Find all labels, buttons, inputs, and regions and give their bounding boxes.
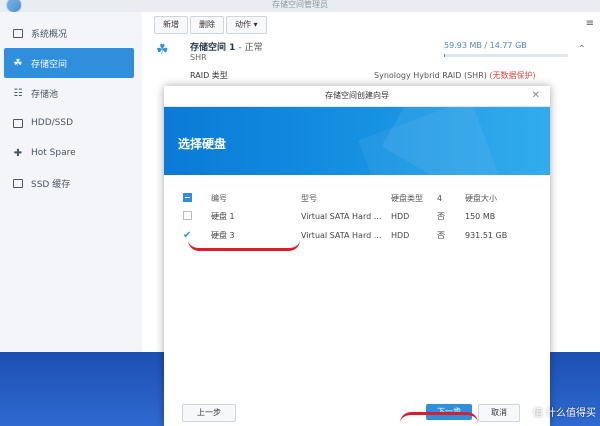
sidebar-item-hdd-ssd[interactable]: HDD/SSD bbox=[4, 108, 134, 138]
storage-icon: ☘ bbox=[13, 57, 23, 69]
disk-table: 编号 型号 硬盘类型 4 硬盘大小 硬盘 1 Virtual SATA Hard… bbox=[182, 190, 534, 245]
sidebar-item-ssd-cache[interactable]: SSD 缓存 bbox=[4, 168, 134, 198]
sidebar-item-label: 存储空间 bbox=[31, 59, 68, 70]
column-header-id: 编号 bbox=[211, 194, 227, 203]
window-title: 存储空间管理员 bbox=[272, 0, 328, 9]
sidebar-item-overview[interactable]: 系统概况 bbox=[4, 18, 134, 48]
overview-icon bbox=[12, 27, 24, 39]
column-header-flag: 4 bbox=[437, 194, 443, 203]
storage-type: SHR bbox=[190, 53, 207, 62]
table-header-row: 编号 型号 硬盘类型 4 硬盘大小 bbox=[182, 190, 534, 207]
disk-model: Virtual SATA Hard ... bbox=[301, 231, 382, 240]
storage-volume-icon: ☘ bbox=[156, 42, 169, 58]
sidebar-item-pool[interactable]: ☷ 存储池 bbox=[4, 78, 134, 108]
disk-type: HDD bbox=[391, 231, 410, 240]
disk-size: 150 MB bbox=[465, 212, 496, 221]
sidebar-item-hot-spare[interactable]: ✚ Hot Spare bbox=[4, 138, 134, 168]
table-row[interactable]: 硬盘 1 Virtual SATA Hard ... HDD 否 150 MB bbox=[182, 207, 534, 226]
previous-button[interactable]: 上一步 bbox=[182, 404, 236, 422]
sidebar-item-label: Hot Spare bbox=[31, 148, 76, 158]
disk-size: 931.51 GB bbox=[465, 231, 508, 240]
raid-type-value: Synology Hybrid RAID (SHR) (无数据保护) bbox=[374, 71, 536, 80]
wizard-step-title: 选择硬盘 bbox=[178, 137, 227, 151]
cancel-button[interactable]: 取消 bbox=[478, 404, 520, 422]
raid-type-label: RAID 类型 bbox=[190, 71, 228, 80]
disk-icon bbox=[12, 117, 24, 129]
sidebar-item-label: HDD/SSD bbox=[31, 118, 74, 128]
storage-usage: 59.93 MB / 14.77 GB bbox=[444, 41, 527, 50]
usage-bar bbox=[444, 54, 568, 57]
row-checkbox[interactable] bbox=[183, 211, 192, 220]
chevron-up-icon[interactable]: ⌃ bbox=[578, 44, 586, 55]
select-all-checkbox[interactable] bbox=[183, 193, 192, 202]
wizard-title: 存储空间创建向导 bbox=[164, 86, 550, 107]
disk-flag: 否 bbox=[437, 212, 445, 221]
storage-status: - 正常 bbox=[238, 43, 263, 53]
watermark: 值 什么值得买 bbox=[532, 408, 596, 419]
list-view-icon[interactable]: ≡ bbox=[586, 18, 594, 29]
column-header-size: 硬盘大小 bbox=[465, 194, 497, 203]
raid-warning: (无数据保护) bbox=[489, 71, 536, 80]
usage-bar-fill bbox=[444, 54, 446, 57]
ssd-cache-icon bbox=[12, 177, 24, 189]
delete-button[interactable]: 删除 bbox=[190, 16, 224, 34]
disk-type: HDD bbox=[391, 212, 410, 221]
sidebar-item-label: 存储池 bbox=[31, 89, 59, 100]
action-dropdown[interactable]: 动作 ▾ bbox=[226, 16, 267, 34]
disk-id: 硬盘 1 bbox=[211, 212, 235, 221]
sidebar-item-storage[interactable]: ☘ 存储空间 bbox=[4, 48, 134, 78]
sidebar-item-label: 系统概况 bbox=[31, 29, 68, 40]
sidebar: 系统概况 ☘ 存储空间 ☷ 存储池 HDD/SSD ✚ Hot Spare SS… bbox=[0, 12, 142, 352]
create-button[interactable]: 新增 bbox=[154, 16, 188, 34]
column-header-model: 型号 bbox=[301, 194, 317, 203]
create-storage-wizard: 存储空间创建向导 ✕ 选择硬盘 编号 型号 硬盘类型 4 硬盘大小 硬盘 1 V… bbox=[164, 86, 550, 426]
red-annotation-underline bbox=[188, 240, 300, 251]
wizard-banner: 选择硬盘 bbox=[164, 107, 550, 175]
close-icon[interactable]: ✕ bbox=[532, 90, 540, 101]
pool-icon: ☷ bbox=[13, 87, 23, 99]
red-annotation-underline bbox=[400, 412, 478, 423]
storage-volume-name: 存储空间 1 - 正常 bbox=[190, 43, 263, 53]
hot-spare-icon: ✚ bbox=[13, 147, 23, 159]
sidebar-item-label: SSD 缓存 bbox=[31, 179, 71, 190]
disk-model: Virtual SATA Hard ... bbox=[301, 212, 382, 221]
column-header-disk-type: 硬盘类型 bbox=[391, 194, 423, 203]
disk-flag: 否 bbox=[437, 231, 445, 240]
